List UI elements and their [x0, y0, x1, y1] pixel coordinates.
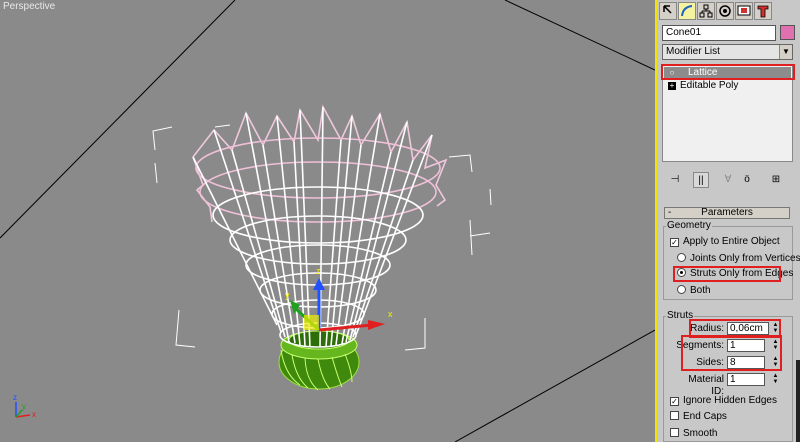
modify-tab[interactable] — [678, 2, 696, 20]
stack-item-label: Editable Poly — [680, 80, 739, 91]
perspective-viewport[interactable]: x y z z x y Perspective — [0, 0, 655, 442]
make-unique-icon[interactable]: ∀ — [720, 172, 736, 188]
object-name-field[interactable]: Cone01 — [662, 25, 776, 41]
both-radio[interactable]: Both — [677, 285, 711, 297]
hierarchy-tab[interactable] — [697, 2, 715, 20]
command-panel: Cone01 Modifier List ▼ ○ Lattice + Edita… — [657, 0, 800, 442]
highlight-segments-sides — [681, 335, 782, 371]
viewport-label[interactable]: Perspective — [3, 1, 55, 12]
svg-text:x: x — [32, 410, 36, 419]
stack-item-editable-poly[interactable]: + Editable Poly — [664, 80, 791, 92]
ignore-hidden-edges-checkbox[interactable]: ✓ Ignore Hidden Edges — [670, 395, 777, 407]
checkbox-box — [670, 411, 679, 420]
panel-scrollbar[interactable] — [796, 360, 800, 442]
display-tab[interactable] — [735, 2, 753, 20]
radio-icon — [677, 285, 686, 294]
highlight-struts-only — [673, 266, 781, 282]
motion-icon — [719, 5, 731, 17]
modifier-list-dropdown[interactable]: Modifier List ▼ — [662, 44, 793, 60]
geometry-group-label: Geometry — [666, 220, 712, 231]
highlight-lattice — [661, 64, 795, 80]
apply-entire-label: Apply to Entire Object — [683, 236, 780, 247]
ignore-hidden-label: Ignore Hidden Edges — [683, 395, 777, 406]
svg-text:y: y — [22, 402, 26, 411]
apply-entire-object-checkbox[interactable]: ✓ Apply to Entire Object — [670, 236, 780, 248]
rollout-title: Parameters — [701, 207, 753, 218]
modifier-list-label: Modifier List — [666, 46, 720, 57]
axis-tripod-icon: z x y — [13, 393, 36, 419]
svg-text:z: z — [316, 266, 321, 276]
both-label: Both — [690, 285, 711, 296]
radio-icon — [677, 253, 686, 262]
remove-modifier-icon[interactable]: ö — [739, 172, 755, 188]
svg-text:y: y — [285, 290, 290, 300]
utilities-tab[interactable] — [754, 2, 772, 20]
create-icon — [663, 5, 672, 14]
modify-icon — [681, 5, 693, 17]
display-icon — [737, 5, 751, 16]
hierarchy-icon — [699, 4, 713, 18]
chevron-down-icon: ▼ — [779, 45, 792, 59]
collapse-icon: - — [668, 207, 672, 218]
svg-text:x: x — [388, 309, 393, 319]
pin-stack-icon[interactable]: ⊣ — [667, 172, 683, 188]
expand-plus-icon[interactable]: + — [668, 82, 676, 90]
joints-only-label: Joints Only from Vertices — [690, 253, 800, 264]
end-caps-checkbox[interactable]: End Caps — [670, 411, 727, 423]
smooth-checkbox[interactable]: Smooth — [670, 428, 717, 440]
smooth-label: Smooth — [683, 428, 718, 439]
configure-modifier-sets-icon[interactable]: ⊞ — [768, 172, 784, 188]
create-tab[interactable] — [659, 2, 677, 20]
joints-only-radio[interactable]: Joints Only from Vertices — [677, 253, 800, 265]
svg-text:z: z — [13, 393, 17, 402]
motion-tab[interactable] — [716, 2, 734, 20]
material-id-spinner-arrows[interactable]: ▲ ▼ — [771, 373, 780, 386]
utilities-icon — [757, 5, 769, 18]
show-end-result-icon[interactable]: || — [693, 172, 709, 188]
object-color-swatch[interactable] — [780, 25, 795, 40]
check-icon: ✓ — [670, 238, 679, 247]
end-caps-label: End Caps — [683, 411, 727, 422]
check-icon: ✓ — [670, 397, 679, 406]
checkbox-box — [670, 428, 679, 437]
parameters-rollout-header[interactable]: - Parameters — [664, 207, 790, 219]
viewport-scene: x y z z x y — [0, 0, 655, 442]
material-id-spinner-field[interactable]: 1 — [727, 373, 765, 386]
